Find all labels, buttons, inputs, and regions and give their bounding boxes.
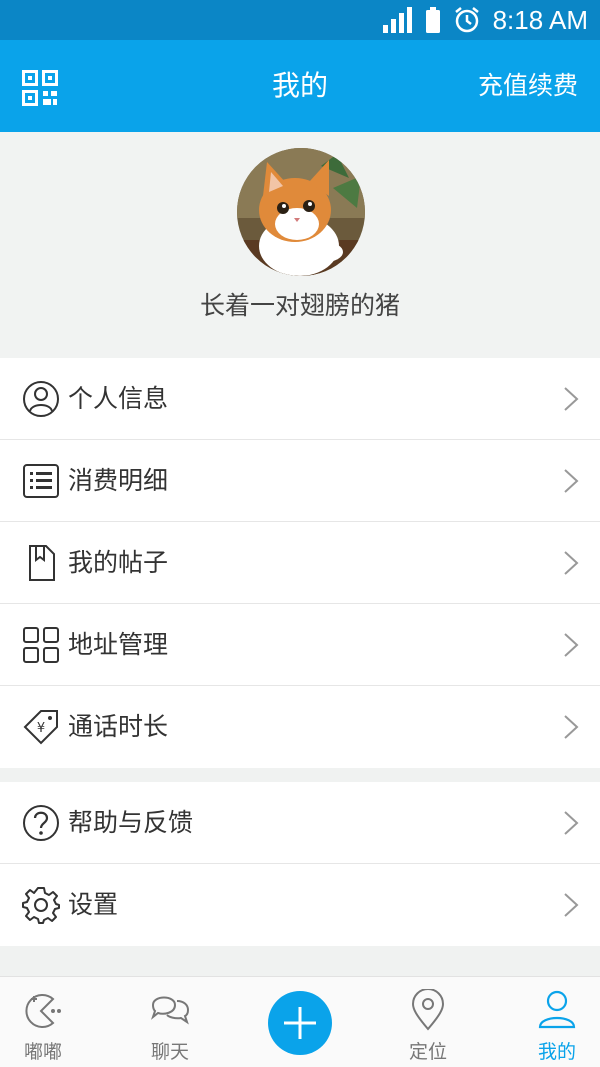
chevron-right-icon bbox=[564, 633, 579, 657]
menu-group-account: 个人信息 消费明细 我的帖子 地址管理 ¥ 通话时长 bbox=[0, 358, 600, 768]
profile-header: 长着一对翅膀的猪 bbox=[0, 132, 600, 358]
tab-mine[interactable]: 我的 bbox=[517, 977, 597, 1067]
tab-label: 聊天 bbox=[150, 1041, 189, 1063]
battery-icon bbox=[425, 7, 440, 33]
tab-bar: 嘟嘟 聊天 定位 我的 bbox=[0, 976, 600, 1067]
signal-icon bbox=[382, 7, 412, 33]
question-icon bbox=[23, 805, 59, 841]
alarm-icon bbox=[454, 7, 479, 33]
tab-chat[interactable]: 聊天 bbox=[130, 977, 210, 1067]
menu-item-label: 地址管理 bbox=[68, 630, 169, 659]
chevron-right-icon bbox=[564, 469, 579, 493]
status-time: 8:18 AM bbox=[492, 4, 588, 35]
svg-text:¥: ¥ bbox=[37, 721, 45, 736]
menu-group-support: 帮助与反馈 设置 bbox=[0, 782, 600, 946]
user-icon bbox=[23, 381, 59, 417]
chevron-right-icon bbox=[564, 715, 579, 739]
menu-item-my-posts[interactable]: 我的帖子 bbox=[0, 522, 600, 604]
menu-item-label: 设置 bbox=[68, 890, 119, 919]
document-icon bbox=[29, 545, 55, 581]
chevron-right-icon bbox=[564, 551, 579, 575]
menu-item-call-duration[interactable]: ¥ 通话时长 bbox=[0, 686, 600, 768]
person-icon bbox=[538, 990, 576, 1029]
status-bar: 8:18 AM bbox=[0, 0, 600, 40]
list-icon bbox=[23, 464, 59, 498]
menu-item-label: 消费明细 bbox=[68, 466, 169, 495]
menu-item-label: 通话时长 bbox=[68, 712, 169, 741]
tab-label: 我的 bbox=[537, 1041, 576, 1063]
menu-item-label: 个人信息 bbox=[68, 384, 169, 413]
plus-icon bbox=[284, 1007, 316, 1039]
menu-item-help-feedback[interactable]: 帮助与反馈 bbox=[0, 782, 600, 864]
chevron-right-icon bbox=[564, 811, 579, 835]
username: 长着一对翅膀的猪 bbox=[199, 291, 400, 320]
tab-label: 定位 bbox=[408, 1041, 447, 1063]
chevron-right-icon bbox=[564, 893, 579, 917]
yen-tag-icon: ¥ bbox=[23, 710, 58, 745]
pacman-icon bbox=[25, 994, 61, 1028]
menu-item-personal-info[interactable]: 个人信息 bbox=[0, 358, 600, 440]
chevron-right-icon bbox=[564, 387, 579, 411]
gear-icon bbox=[22, 887, 60, 924]
menu-item-label: 帮助与反馈 bbox=[68, 808, 194, 837]
tab-location[interactable]: 定位 bbox=[388, 977, 468, 1067]
grid-icon bbox=[23, 627, 59, 663]
menu-item-spending-details[interactable]: 消费明细 bbox=[0, 440, 600, 522]
chat-bubbles-icon bbox=[150, 996, 190, 1025]
app-bar: 我的 充值续费 bbox=[0, 40, 600, 132]
location-pin-icon bbox=[411, 989, 445, 1031]
tab-label: 嘟嘟 bbox=[23, 1041, 62, 1063]
add-button[interactable] bbox=[268, 991, 332, 1055]
tab-dudu[interactable]: 嘟嘟 bbox=[3, 977, 83, 1067]
menu-item-label: 我的帖子 bbox=[68, 548, 169, 577]
recharge-button[interactable]: 充值续费 bbox=[478, 40, 578, 132]
menu-item-settings[interactable]: 设置 bbox=[0, 864, 600, 946]
avatar[interactable] bbox=[237, 148, 365, 276]
menu-item-address-management[interactable]: 地址管理 bbox=[0, 604, 600, 686]
